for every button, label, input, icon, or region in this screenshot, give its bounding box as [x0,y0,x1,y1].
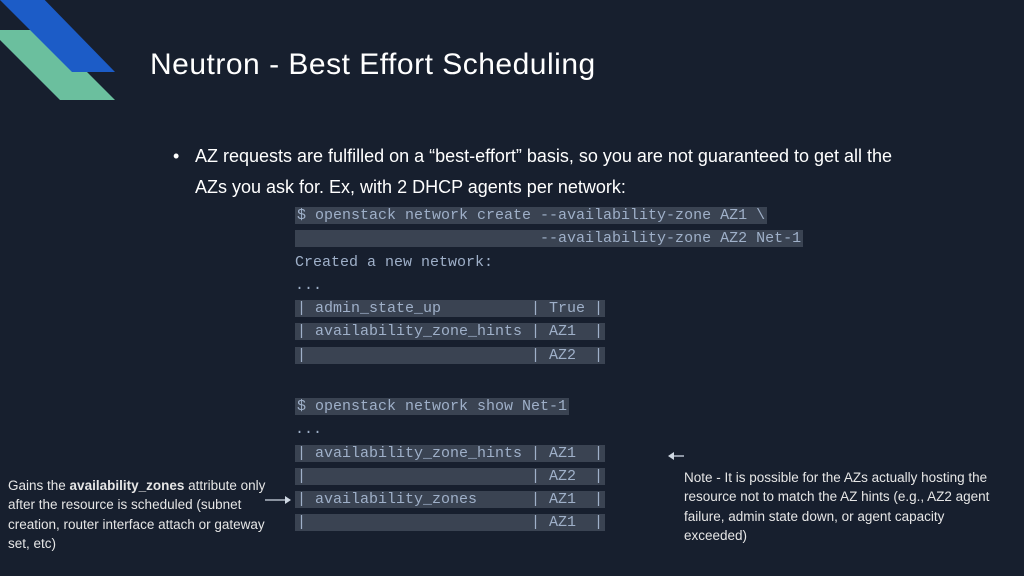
corner-accent-graphic [0,0,130,120]
code-block-show: $ openstack network show Net-1 ... | ava… [295,395,605,535]
annotation-text: Gains the [8,478,70,493]
slide-title: Neutron - Best Effort Scheduling [150,48,596,82]
arrow-icon [265,492,291,508]
annotation-right: Note - It is possible for the AZs actual… [684,468,1010,546]
code-line: | | AZ1 | [295,514,605,531]
code-block-create: $ openstack network create --availabilit… [295,204,803,367]
arrow-icon [668,448,684,464]
code-line: | availability_zone_hints | AZ1 | [295,323,605,340]
code-line: | admin_state_up | True | [295,300,605,317]
code-line: $ openstack network create --availabilit… [295,207,767,224]
code-line: | availability_zone_hints | AZ1 | [295,445,605,462]
code-line: | | AZ2 | [295,468,605,485]
code-line: $ openstack network show Net-1 [295,398,569,415]
annotation-bold: availability_zones [70,478,185,493]
bullet-point: AZ requests are fulfilled on a “best-eff… [195,141,915,202]
code-line: ... [295,274,803,297]
code-line: | | AZ2 | [295,347,605,364]
code-line: | availability_zones | AZ1 | [295,491,605,508]
annotation-left: Gains the availability_zones attribute o… [8,476,280,554]
code-line: Created a new network: [295,251,803,274]
code-line: ... [295,418,605,441]
code-line: --availability-zone AZ2 Net-1 [295,230,803,247]
